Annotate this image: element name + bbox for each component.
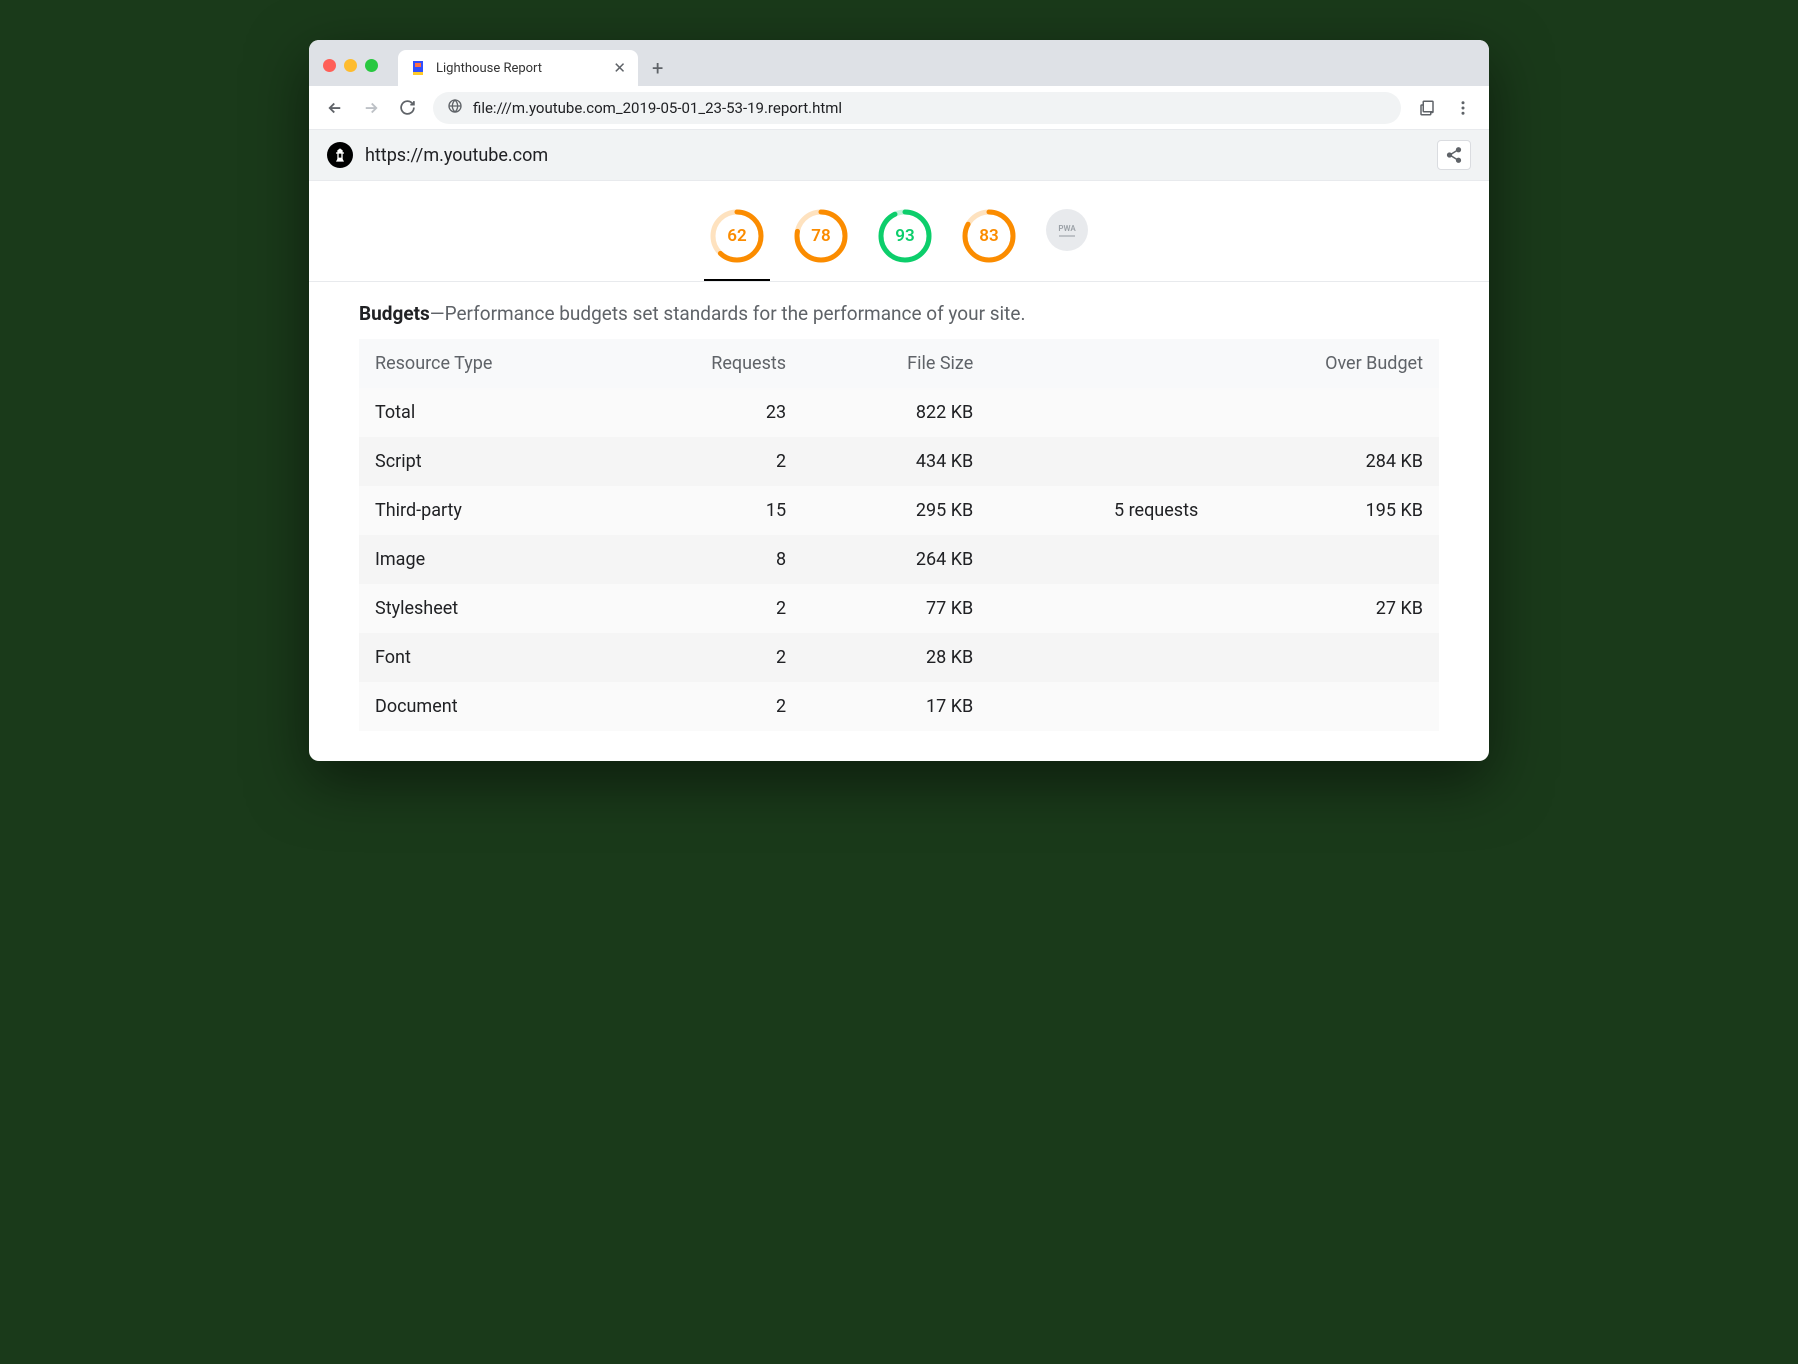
lighthouse-favicon-icon: [410, 60, 426, 76]
cell-over-size: [1214, 388, 1439, 437]
cell-over-requests: [1013, 388, 1214, 437]
budgets-table-body: Total 23 822 KB Script 2 434 KB 284 KB T…: [359, 388, 1439, 731]
cell-resource-type: Stylesheet: [359, 584, 617, 633]
cell-file-size: 28 KB: [802, 633, 1013, 682]
gauge-value: 93: [878, 209, 932, 263]
table-row: Document 2 17 KB: [359, 682, 1439, 731]
cell-over-requests: [1013, 633, 1214, 682]
menu-icon[interactable]: [1447, 92, 1479, 124]
budgets-description: Budgets—Performance budgets set standard…: [359, 302, 1439, 325]
cell-resource-type: Document: [359, 682, 617, 731]
cell-requests: 8: [617, 535, 802, 584]
cell-file-size: 77 KB: [802, 584, 1013, 633]
table-row: Script 2 434 KB 284 KB: [359, 437, 1439, 486]
cell-requests: 23: [617, 388, 802, 437]
table-header-row: Resource Type Requests File Size Over Bu…: [359, 339, 1439, 388]
lighthouse-logo-icon: [327, 142, 353, 168]
browser-window: Lighthouse Report ✕ + file:///m.youtube.…: [309, 40, 1489, 761]
cell-requests: 15: [617, 486, 802, 535]
cell-over-requests: [1013, 437, 1214, 486]
cell-over-requests: [1013, 535, 1214, 584]
cell-over-requests: 5 requests: [1013, 486, 1214, 535]
pwa-gauge[interactable]: PWA: [1046, 209, 1088, 263]
cell-resource-type: Third-party: [359, 486, 617, 535]
address-bar[interactable]: file:///m.youtube.com_2019-05-01_23-53-1…: [433, 92, 1401, 124]
col-over-budget-requests: [1013, 339, 1214, 388]
budgets-heading: Budgets: [359, 302, 430, 325]
cell-requests: 2: [617, 437, 802, 486]
pwa-badge-icon: PWA: [1046, 209, 1088, 251]
report-header: https://m.youtube.com: [309, 130, 1489, 181]
reload-button[interactable]: [391, 92, 423, 124]
close-window-button[interactable]: [323, 59, 336, 72]
browser-tab[interactable]: Lighthouse Report ✕: [398, 50, 638, 86]
cell-requests: 2: [617, 584, 802, 633]
cell-file-size: 264 KB: [802, 535, 1013, 584]
budgets-heading-rest: —Performance budgets set standards for t…: [430, 302, 1026, 325]
close-tab-icon[interactable]: ✕: [613, 59, 626, 77]
cell-resource-type: Font: [359, 633, 617, 682]
cell-over-size: [1214, 682, 1439, 731]
tested-url: https://m.youtube.com: [365, 145, 1425, 166]
gauge-value: 83: [962, 209, 1016, 263]
cell-requests: 2: [617, 682, 802, 731]
table-row: Image 8 264 KB: [359, 535, 1439, 584]
col-file-size: File Size: [802, 339, 1013, 388]
share-button[interactable]: [1437, 140, 1471, 170]
minimize-window-button[interactable]: [344, 59, 357, 72]
browser-toolbar: file:///m.youtube.com_2019-05-01_23-53-1…: [309, 86, 1489, 130]
back-button[interactable]: [319, 92, 351, 124]
gauge-value: 62: [710, 209, 764, 263]
cell-over-size: 284 KB: [1214, 437, 1439, 486]
cell-over-size: 27 KB: [1214, 584, 1439, 633]
budgets-section: Budgets—Performance budgets set standard…: [309, 282, 1489, 761]
cell-file-size: 822 KB: [802, 388, 1013, 437]
col-requests: Requests: [617, 339, 802, 388]
window-controls: [323, 59, 398, 86]
cell-over-requests: [1013, 584, 1214, 633]
gauge-value: 78: [794, 209, 848, 263]
titlebar: Lighthouse Report ✕ +: [309, 40, 1489, 86]
score-gauge[interactable]: 83: [962, 209, 1016, 263]
table-row: Total 23 822 KB: [359, 388, 1439, 437]
score-gauge[interactable]: 78: [794, 209, 848, 263]
cell-over-size: [1214, 535, 1439, 584]
table-row: Stylesheet 2 77 KB 27 KB: [359, 584, 1439, 633]
tab-title: Lighthouse Report: [436, 61, 603, 76]
cell-over-size: [1214, 633, 1439, 682]
table-row: Third-party 15 295 KB 5 requests 195 KB: [359, 486, 1439, 535]
cell-file-size: 434 KB: [802, 437, 1013, 486]
cell-resource-type: Image: [359, 535, 617, 584]
col-over-budget: Over Budget: [1214, 339, 1439, 388]
cell-resource-type: Total: [359, 388, 617, 437]
forward-button[interactable]: [355, 92, 387, 124]
score-gauge[interactable]: 62: [710, 209, 764, 263]
cell-resource-type: Script: [359, 437, 617, 486]
table-row: Font 2 28 KB: [359, 633, 1439, 682]
budgets-table: Resource Type Requests File Size Over Bu…: [359, 339, 1439, 731]
cell-file-size: 295 KB: [802, 486, 1013, 535]
maximize-window-button[interactable]: [365, 59, 378, 72]
cell-over-requests: [1013, 682, 1214, 731]
score-gauges: 62 78 93 83 PWA: [309, 181, 1489, 282]
score-gauge[interactable]: 93: [878, 209, 932, 263]
col-resource-type: Resource Type: [359, 339, 617, 388]
url-text: file:///m.youtube.com_2019-05-01_23-53-1…: [473, 99, 842, 117]
cell-file-size: 17 KB: [802, 682, 1013, 731]
cell-requests: 2: [617, 633, 802, 682]
extensions-icon[interactable]: [1411, 92, 1443, 124]
globe-icon: [447, 98, 463, 118]
new-tab-button[interactable]: +: [638, 56, 677, 86]
cell-over-size: 195 KB: [1214, 486, 1439, 535]
